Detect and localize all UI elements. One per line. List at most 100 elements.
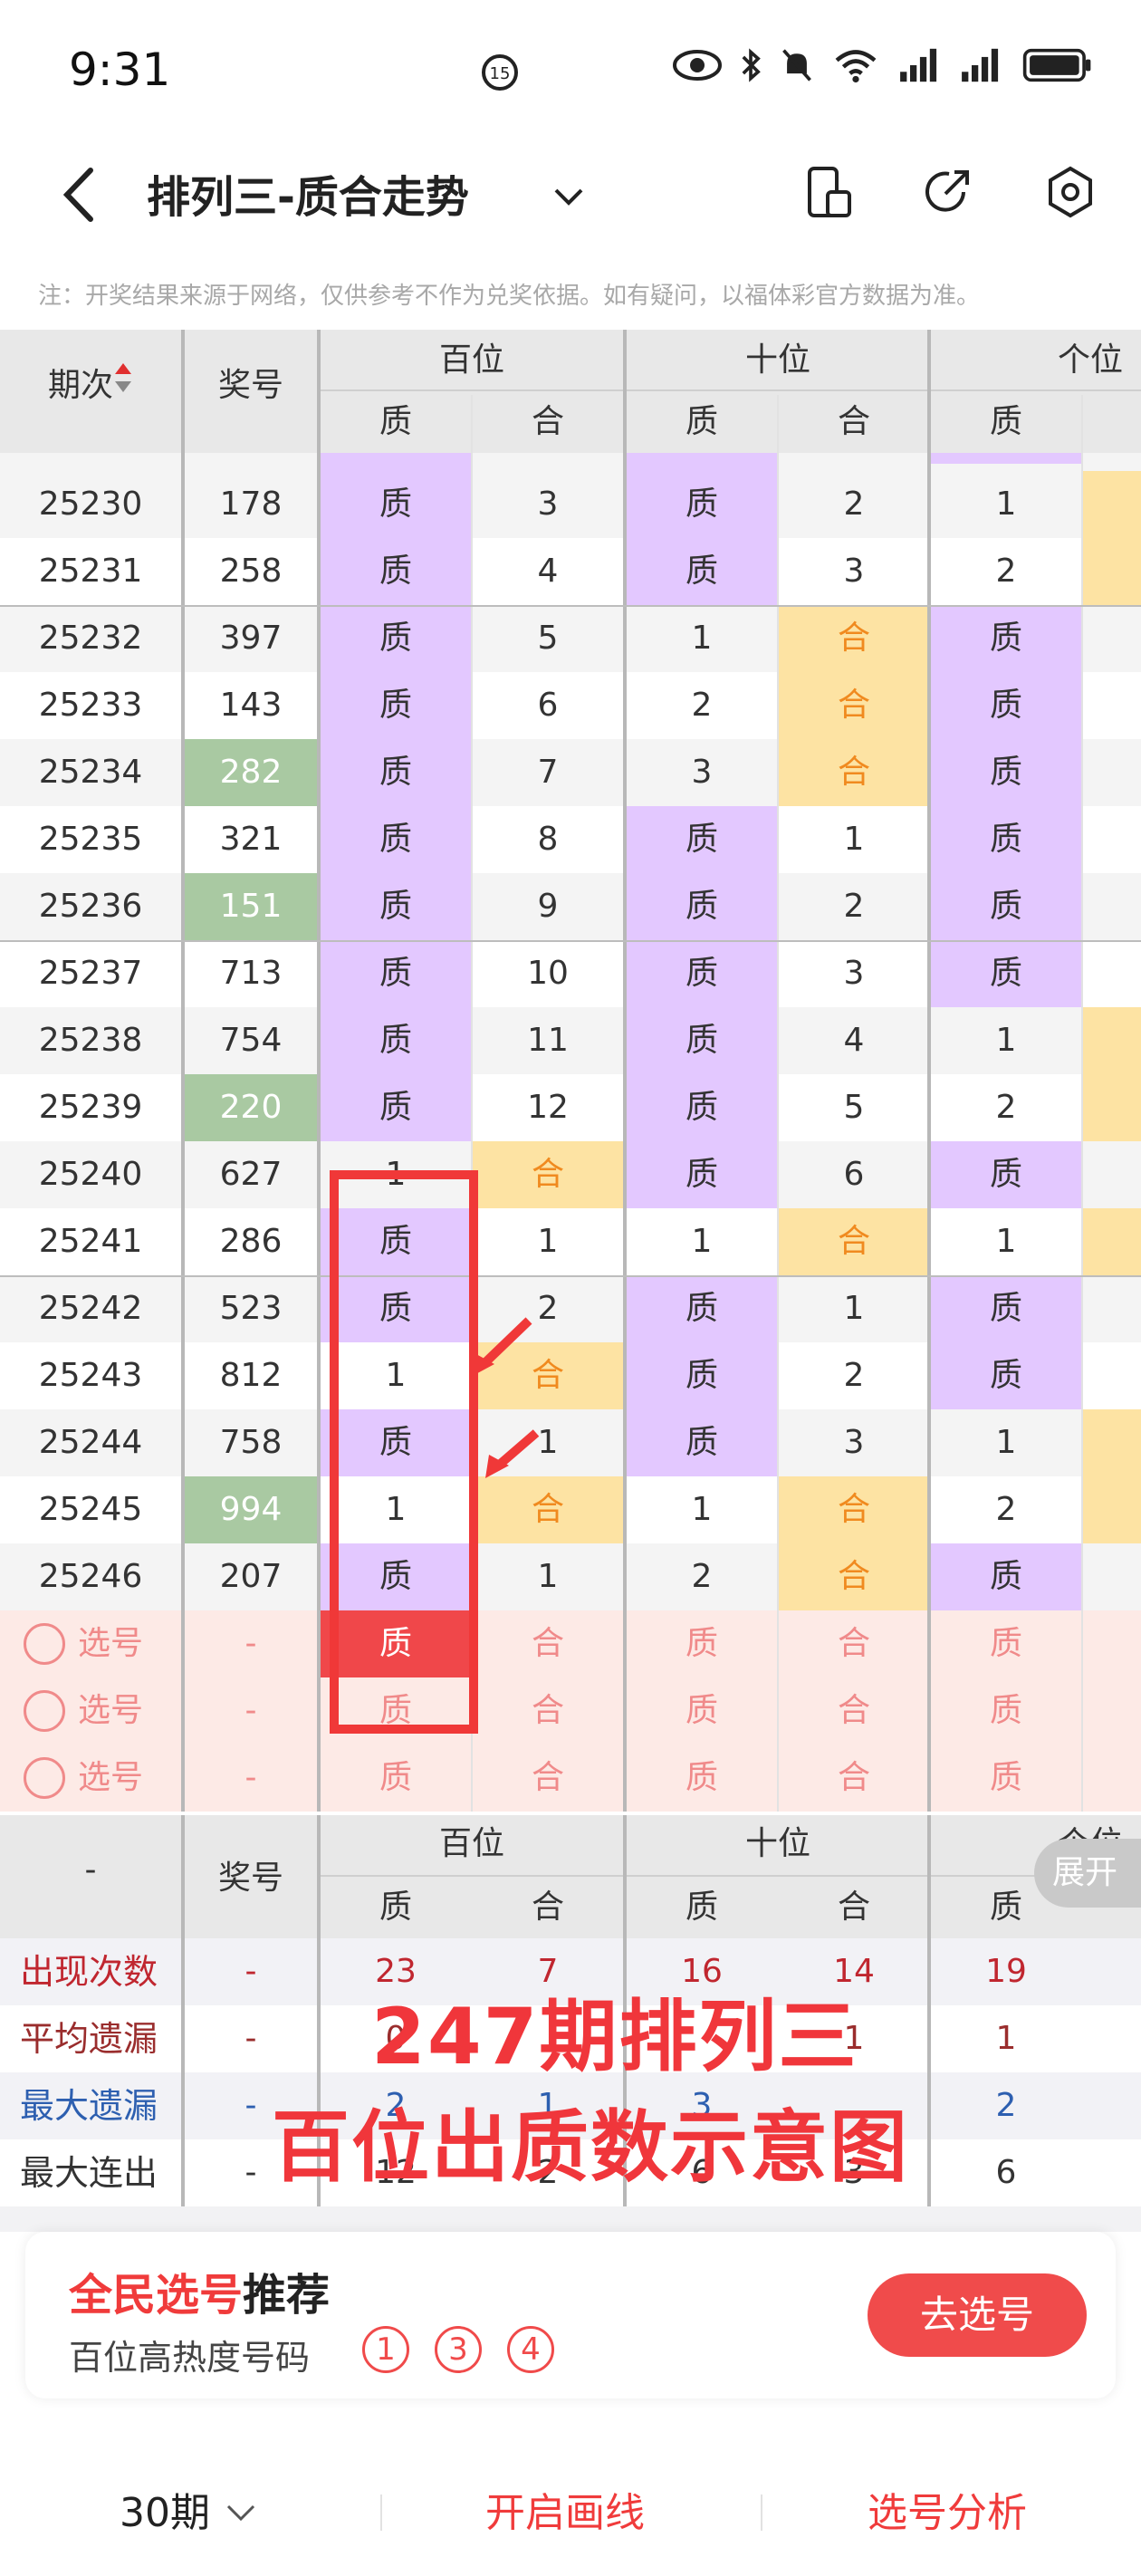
trend-cell[interactable]: 质 [931,940,1081,1007]
share-icon[interactable] [918,163,976,221]
trend-cell[interactable]: 2 [931,538,1081,605]
select-circle-icon[interactable] [24,1757,65,1799]
pick-option[interactable]: 合 [473,1677,623,1745]
pick-option[interactable]: 质 [627,1610,777,1677]
trend-cell[interactable]: 质 [931,1543,1081,1610]
trend-cell[interactable]: 1 [931,1208,1081,1275]
trend-cell[interactable]: 质 [627,1275,777,1342]
trend-cell[interactable]: 质 [321,873,471,940]
trend-cell[interactable]: 1 [779,806,929,873]
trend-cell[interactable]: 8 [473,806,623,873]
trend-cell[interactable]: 6 [779,1141,929,1208]
trend-cell[interactable]: 2 [627,1543,777,1610]
trend-cell[interactable]: 5 [473,605,623,672]
trend-cell[interactable]: 9 [473,873,623,940]
trend-cell[interactable]: 质 [931,1141,1081,1208]
trend-cell[interactable]: 2 [779,1342,929,1409]
trend-cell[interactable]: 1 [473,1208,623,1275]
select-circle-icon[interactable] [24,1623,65,1665]
trend-cell[interactable]: 合 [779,1476,929,1543]
page-title[interactable]: 排列三-质合走势 [147,161,469,225]
trend-cell[interactable]: 7 [473,739,623,806]
trend-cell[interactable]: 合 [779,672,929,739]
trend-cell[interactable]: 5 [779,1074,929,1141]
draw-line-button[interactable]: 开启画线 [485,2480,645,2538]
trend-cell[interactable]: 3 [779,940,929,1007]
trend-cell[interactable]: 1 [627,605,777,672]
trend-cell[interactable]: 质 [321,605,471,672]
trend-cell[interactable]: 1 [931,471,1081,538]
trend-cell[interactable]: 质 [321,940,471,1007]
trend-cell[interactable]: 质 [321,1007,471,1074]
go-pick-button[interactable]: 去选号 [868,2273,1087,2357]
select-circle-icon[interactable] [24,1690,65,1732]
trend-cell[interactable]: 11 [473,1007,623,1074]
trend-cell[interactable]: 质 [931,806,1081,873]
trend-cell[interactable]: 1 [627,1476,777,1543]
expand-button[interactable]: 展开 [1034,1839,1141,1908]
trend-cell[interactable]: 质 [627,471,777,538]
trend-cell[interactable]: 质 [627,806,777,873]
pick-option[interactable]: 合 [779,1677,929,1745]
trend-cell[interactable]: 1 [779,1275,929,1342]
trend-cell[interactable]: 2 [931,1476,1081,1543]
pick-option[interactable]: 质 [627,1677,777,1745]
trend-cell[interactable]: 3 [779,1409,929,1476]
trend-cell[interactable]: 2 [627,672,777,739]
trend-cell[interactable]: 12 [473,1074,623,1141]
trend-cell[interactable]: 质 [627,1409,777,1476]
trend-cell[interactable]: 质 [627,1074,777,1141]
trend-cell[interactable]: 4 [473,538,623,605]
trend-cell[interactable]: 质 [931,873,1081,940]
trend-cell[interactable]: 质 [627,1342,777,1409]
trend-cell[interactable]: 质 [931,1342,1081,1409]
trend-cell[interactable]: 3 [779,538,929,605]
trend-cell[interactable]: 6 [473,672,623,739]
pick-option[interactable]: 合 [779,1610,929,1677]
trend-cell[interactable]: 质 [321,538,471,605]
pick-option[interactable]: 合 [473,1745,623,1812]
trend-cell[interactable]: 1 [473,1543,623,1610]
chevron-down-icon[interactable] [551,178,587,214]
trend-cell[interactable]: 质 [931,739,1081,806]
pick-option[interactable]: 质 [931,1610,1081,1677]
trend-cell[interactable]: 合 [779,739,929,806]
trend-cell[interactable]: 质 [627,538,777,605]
pick-option[interactable]: 质 [931,1745,1081,1812]
trend-cell[interactable]: 10 [473,940,623,1007]
landscape-icon[interactable] [801,163,858,221]
hot-number-ball[interactable]: 1 [362,2326,409,2373]
pick-option[interactable]: 质 [321,1745,471,1812]
trend-cell[interactable]: 质 [321,1074,471,1141]
period-selector[interactable]: 30期 [120,2480,259,2538]
trend-cell[interactable]: 质 [321,806,471,873]
trend-cell[interactable]: 质 [321,739,471,806]
trend-cell[interactable]: 1 [931,1007,1081,1074]
trend-cell[interactable]: 质 [627,873,777,940]
period-column-header[interactable]: 期次 [0,359,181,406]
trend-cell[interactable]: 质 [931,672,1081,739]
trend-cell[interactable]: 1 [931,1409,1081,1476]
trend-cell[interactable]: 4 [779,1007,929,1074]
hot-number-ball[interactable]: 4 [507,2326,554,2373]
pick-option[interactable]: 合 [779,1745,929,1812]
trend-cell[interactable]: 合 [779,1208,929,1275]
pick-option[interactable]: 质 [931,1677,1081,1745]
settings-icon[interactable] [1041,163,1099,221]
trend-cell[interactable]: 质 [627,940,777,1007]
trend-cell[interactable]: 质 [321,672,471,739]
trend-cell[interactable]: 合 [779,1543,929,1610]
trend-cell[interactable]: 合 [473,1141,623,1208]
pick-option[interactable]: 合 [473,1610,623,1677]
hot-number-ball[interactable]: 3 [435,2326,482,2373]
pick-option[interactable]: 质 [627,1745,777,1812]
trend-cell[interactable]: 3 [473,471,623,538]
trend-cell[interactable]: 质 [627,1141,777,1208]
trend-cell[interactable]: 合 [473,1476,623,1543]
trend-cell[interactable]: 质 [627,1007,777,1074]
trend-cell[interactable]: 质 [931,605,1081,672]
back-arrow-icon[interactable] [56,163,101,226]
number-analysis-button[interactable]: 选号分析 [868,2480,1027,2538]
trend-cell[interactable]: 2 [779,471,929,538]
trend-cell[interactable]: 2 [931,1074,1081,1141]
